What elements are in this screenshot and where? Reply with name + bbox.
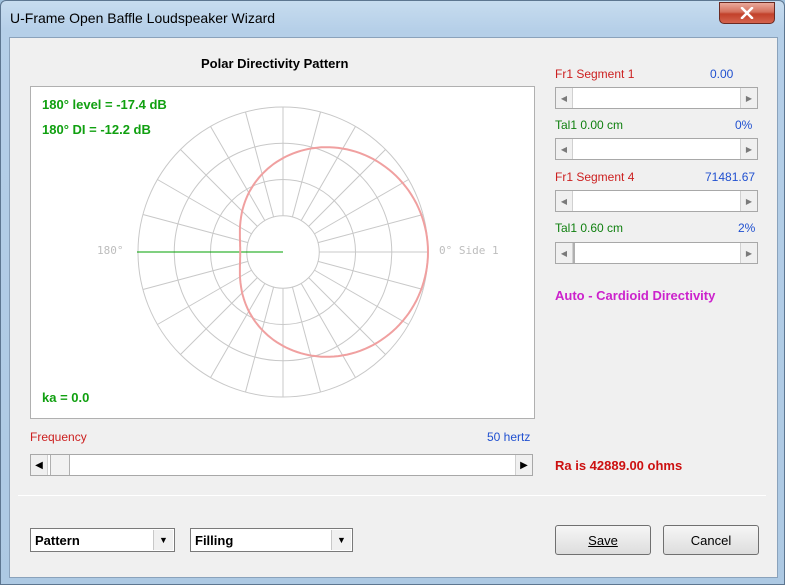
param-value-3: 71481.67: [705, 170, 756, 184]
frequency-scrollbar[interactable]: ◀ ▶: [30, 454, 533, 476]
param-value-2: 0%: [735, 118, 753, 132]
scroll-left-arrow-icon[interactable]: ◀: [556, 243, 573, 263]
param-label-2: Tal1 0.00 cm: [555, 118, 624, 132]
scroll-thumb[interactable]: [573, 243, 575, 263]
angle-label-0: 0° Side 1: [439, 244, 499, 257]
title-bar[interactable]: U-Frame Open Baffle Loudspeaker Wizard: [1, 1, 784, 37]
filling-select[interactable]: Filling ▼: [190, 528, 353, 552]
chevron-down-icon[interactable]: ▼: [331, 530, 351, 550]
chevron-down-icon[interactable]: ▼: [153, 530, 173, 550]
save-button[interactable]: Save: [555, 525, 651, 555]
pattern-select[interactable]: Pattern ▼: [30, 528, 175, 552]
angle-label-180: 180°: [97, 244, 124, 257]
param-label-1: Fr1 Segment 1: [555, 67, 635, 81]
param-label-4: Tal1 0.60 cm: [555, 221, 624, 235]
frequency-value: 50 hertz: [487, 430, 531, 444]
level-180-text: 180° level = -17.4 dB: [42, 97, 167, 112]
mode-text: Auto - Cardioid Directivity: [555, 288, 716, 303]
dialog-client: Polar Directivity Pattern 180° level = -…: [9, 37, 778, 578]
scroll-right-arrow-icon[interactable]: ▶: [740, 243, 757, 263]
window-title: U-Frame Open Baffle Loudspeaker Wizard: [10, 10, 276, 26]
scroll-right-arrow-icon[interactable]: ▶: [740, 139, 757, 159]
scroll-left-arrow-icon[interactable]: ◀: [556, 88, 573, 108]
di-180-text: 180° DI = -12.2 dB: [42, 122, 151, 137]
pattern-select-value: Pattern: [35, 533, 80, 548]
scroll-left-arrow-icon[interactable]: ◀: [556, 191, 573, 211]
filling-select-value: Filling: [195, 533, 234, 548]
polar-spoke: [291, 111, 322, 218]
polar-spoke: [317, 213, 424, 244]
plot-heading: Polar Directivity Pattern: [201, 56, 349, 71]
param-scrollbar-3[interactable]: ◀ ▶: [555, 190, 758, 212]
cancel-button[interactable]: Cancel: [663, 525, 759, 555]
param-scrollbar-4[interactable]: ◀ ▶: [555, 242, 758, 264]
scroll-right-arrow-icon[interactable]: ▶: [515, 455, 532, 475]
polar-spoke: [142, 213, 249, 244]
param-scrollbar-2[interactable]: ◀ ▶: [555, 138, 758, 160]
polar-plot: 180° level = -17.4 dB 180° DI = -12.2 dB…: [30, 86, 535, 419]
polar-spoke: [244, 286, 275, 393]
param-value-1: 0.00: [710, 67, 734, 81]
param-value-4: 2%: [738, 221, 756, 235]
polar-spoke: [142, 260, 249, 291]
close-button[interactable]: [719, 2, 775, 24]
param-scrollbar-1[interactable]: ◀ ▶: [555, 87, 758, 109]
polar-spoke: [317, 260, 424, 291]
param-label-3: Fr1 Segment 4: [555, 170, 635, 184]
scroll-left-arrow-icon[interactable]: ◀: [556, 139, 573, 159]
close-icon: [740, 7, 754, 19]
wizard-window: U-Frame Open Baffle Loudspeaker Wizard P…: [0, 0, 785, 585]
separator: [18, 495, 766, 496]
scroll-thumb[interactable]: [50, 455, 70, 475]
polar-spoke: [291, 286, 322, 393]
ka-text: ka = 0.0: [42, 390, 90, 405]
ra-text: Ra is 42889.00 ohms: [555, 458, 683, 473]
frequency-label: Frequency: [30, 430, 87, 444]
polar-spoke: [244, 111, 275, 218]
scroll-left-arrow-icon[interactable]: ◀: [31, 455, 48, 475]
scroll-right-arrow-icon[interactable]: ▶: [740, 191, 757, 211]
scroll-right-arrow-icon[interactable]: ▶: [740, 88, 757, 108]
